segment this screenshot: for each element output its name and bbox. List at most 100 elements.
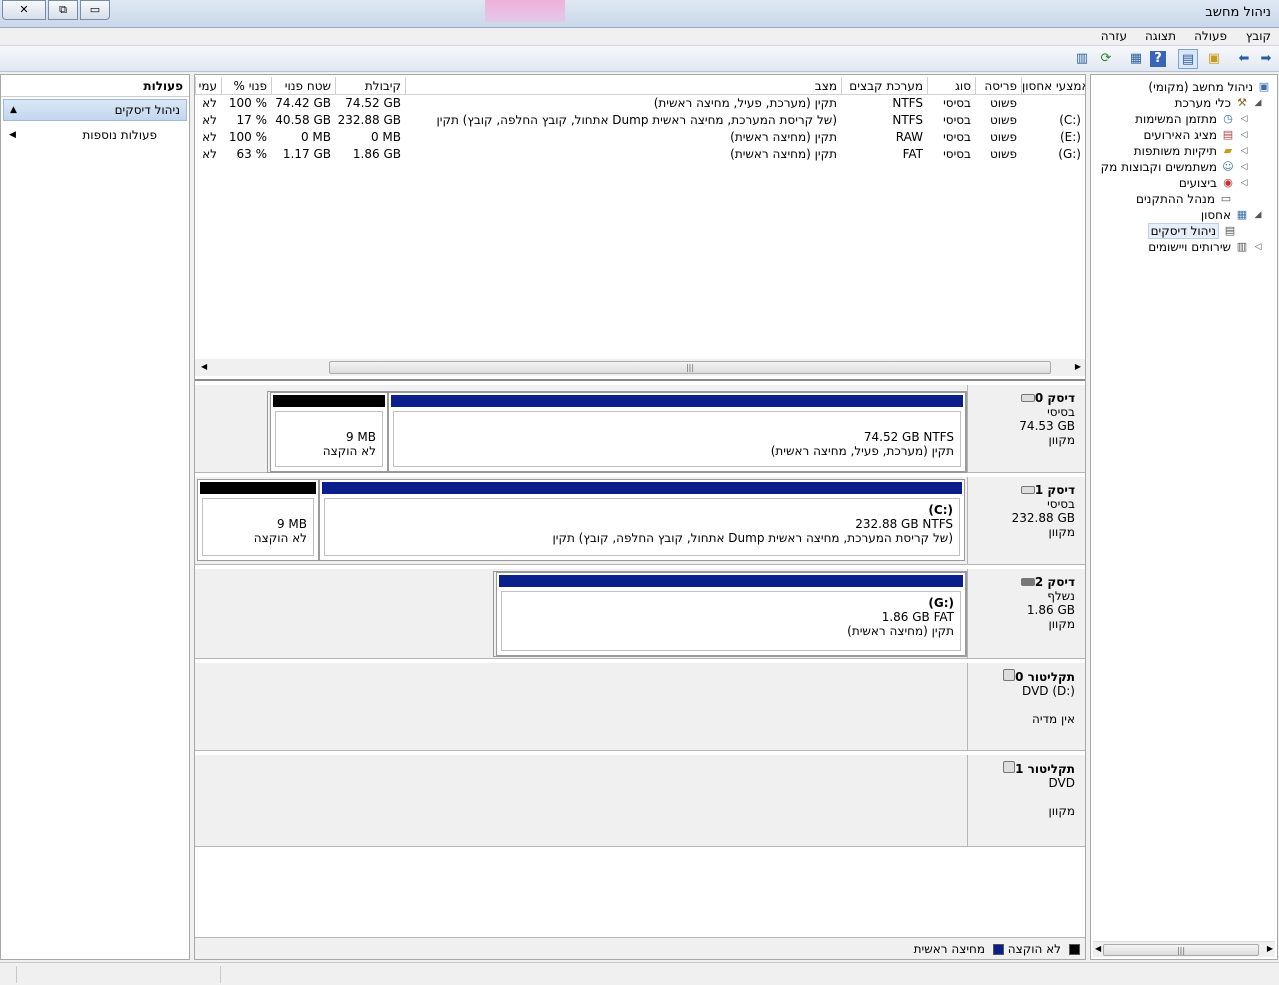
column-percent-free[interactable]: % פנוי: [221, 77, 271, 95]
disk-name: דיסק 2: [1034, 575, 1075, 589]
disk-state: אין מדיה: [1031, 712, 1075, 726]
disk-row[interactable]: (C:) 232.88 GB NTFS תקין (אתחול, קובץ הח…: [195, 477, 1085, 565]
help-icon[interactable]: ?: [1150, 51, 1166, 67]
cdrom-row[interactable]: תקליטור 1 DVD מקוון: [195, 755, 1085, 847]
console-tree-icon[interactable]: ▤: [1178, 49, 1198, 69]
expand-arrow-icon[interactable]: ◁: [1239, 146, 1249, 156]
action-more-actions[interactable]: ◀ פעולות נוספות: [3, 125, 187, 145]
partition-area: (C:) 232.88 GB NTFS תקין (אתחול, קובץ הח…: [195, 477, 967, 564]
forward-arrow-icon[interactable]: ➡: [1256, 49, 1276, 69]
column-status[interactable]: מצב: [405, 77, 841, 95]
collapse-arrow-icon[interactable]: ▲: [10, 105, 17, 115]
folder-up-icon[interactable]: ▣: [1204, 49, 1224, 69]
disk-label[interactable]: תקליטור 1 DVD מקוון: [967, 755, 1085, 846]
tools-icon: ⚒: [1237, 96, 1247, 109]
disk-row[interactable]: 74.52 GB NTFS תקין (מערכת, פעיל, מחיצה ר…: [195, 385, 1085, 473]
table-row[interactable]: (C:) פשוט בסיסי NTFS תקין (אתחול, קובץ החלפה…: [195, 112, 1085, 129]
scroll-left-icon[interactable]: ◀: [201, 362, 207, 371]
back-arrow-icon[interactable]: ⬅: [1234, 49, 1254, 69]
nav-horizontal-scrollbar[interactable]: ◀ ||| ▶: [1093, 941, 1275, 957]
submenu-arrow-icon[interactable]: ◀: [9, 130, 16, 140]
restore-button[interactable]: ⧉: [48, 0, 78, 20]
volume-list-scrollbar[interactable]: ◀ ||| ▶: [195, 359, 1085, 376]
column-fault-tolerance[interactable]: עמי: [195, 77, 221, 95]
column-filesystem[interactable]: מערכת קבצים: [841, 77, 927, 95]
expand-arrow-icon[interactable]: ◁: [1239, 162, 1249, 172]
tree-label: מתזמן המשימות: [1135, 112, 1217, 126]
menu-view[interactable]: תצוגה: [1145, 29, 1176, 43]
cell-capacity: 1.86 GB: [352, 147, 401, 161]
expand-arrow-icon[interactable]: ◁: [1253, 242, 1263, 252]
expand-arrow-icon[interactable]: ◁: [1239, 130, 1249, 140]
expand-arrow-icon[interactable]: ◁: [1239, 178, 1249, 188]
column-volume[interactable]: אמצעי אחסון: [1021, 77, 1085, 95]
scroll-right-icon[interactable]: ▶: [1075, 362, 1081, 371]
disk-label[interactable]: דיסק 0 בסיסי 74.53 GB מקוון: [967, 385, 1085, 472]
export-icon[interactable]: ▥: [1072, 49, 1092, 69]
cell-fault-tolerance: לא: [202, 113, 217, 127]
tree-item-disk-management[interactable]: ▤ ניהול דיסקים: [1147, 223, 1237, 239]
drive-type: DVD: [1048, 776, 1075, 790]
table-row[interactable]: (G:) פשוט בסיסי FAT תקין (מחיצה ראשית) 1.86 G…: [195, 146, 1085, 163]
scroll-thumb[interactable]: |||: [329, 361, 1051, 374]
tree-item-services[interactable]: ◁ ▥ שירותים ויישומים: [1148, 239, 1263, 255]
tree-item-event-viewer[interactable]: ◁ ▤ מציג האירועים: [1144, 127, 1249, 143]
properties-icon[interactable]: ▦: [1126, 49, 1146, 69]
cell-capacity: 232.88 GB: [337, 113, 401, 127]
status-bar: [0, 962, 1279, 985]
tree-item-device-manager[interactable]: ▭ מנהל ההתקנים: [1136, 191, 1233, 207]
menu-file[interactable]: קובץ: [1246, 29, 1271, 43]
partition-unallocated[interactable]: 9 MB לא הוקצה: [270, 392, 388, 472]
removable-disk-icon: [1020, 578, 1035, 586]
partition-bar: [200, 482, 316, 494]
tree-item-performance[interactable]: ◁ ◉ ביצועים: [1179, 175, 1249, 191]
column-layout[interactable]: פריסה: [975, 77, 1021, 95]
partition-primary[interactable]: (C:) 232.88 GB NTFS תקין (אתחול, קובץ הח…: [319, 479, 965, 561]
cdrom-row[interactable]: תקליטור 0 DVD (D:) אין מדיה: [195, 663, 1085, 751]
column-capacity[interactable]: קיבולת: [335, 77, 405, 95]
tree-item-system-tools[interactable]: ◢ ⚒ כלי מערכת: [1175, 95, 1263, 111]
collapse-arrow-icon[interactable]: ◢: [1253, 210, 1263, 220]
action-disk-management[interactable]: ▲ ניהול דיסקים: [3, 99, 187, 121]
column-free-space[interactable]: שטח פנוי: [271, 77, 335, 95]
cell-type: בסיסי: [943, 147, 971, 161]
partition-area: (G:) 1.86 GB FAT תקין (מחיצה ראשית): [195, 569, 967, 658]
partition-bar: [391, 395, 963, 407]
column-type[interactable]: סוג: [927, 77, 975, 95]
disk-label[interactable]: תקליטור 0 DVD (D:) אין מדיה: [967, 663, 1085, 750]
tree-item-local-users[interactable]: ◁ ☺ משתמשים וקבוצות מק: [1101, 159, 1249, 175]
tree-item-storage[interactable]: ◢ ▦ אחסון: [1201, 207, 1263, 223]
menu-action[interactable]: פעולה: [1194, 29, 1227, 43]
menu-help[interactable]: עזרה: [1101, 29, 1127, 43]
disk-row[interactable]: (G:) 1.86 GB FAT תקין (מחיצה ראשית) דיסק…: [195, 569, 1085, 659]
tree-item-task-scheduler[interactable]: ◁ ◷ מתזמן המשימות: [1135, 111, 1249, 127]
disk-size: 1.86 GB: [1026, 603, 1075, 617]
computer-icon: ▣: [1258, 80, 1270, 93]
close-button[interactable]: ✕: [2, 0, 46, 20]
scroll-right-icon[interactable]: ▶: [1267, 944, 1273, 953]
tree-item-root[interactable]: ▣ ניהול מחשב (מקומי): [1148, 79, 1271, 95]
partition-unallocated[interactable]: 9 MB לא הוקצה: [197, 479, 319, 561]
disk-label[interactable]: דיסק 2 נשלף 1.86 GB מקוון: [967, 569, 1085, 658]
scroll-left-icon[interactable]: ◀: [1095, 944, 1101, 953]
partition-primary[interactable]: 74.52 GB NTFS תקין (מערכת, פעיל, מחיצה ר…: [388, 392, 966, 472]
scroll-thumb[interactable]: |||: [1103, 944, 1259, 956]
table-row[interactable]: פשוט בסיסי NTFS תקין (מערכת, פעיל, מחיצה רא…: [195, 95, 1085, 112]
partition-primary[interactable]: (G:) 1.86 GB FAT תקין (מחיצה ראשית): [496, 572, 966, 656]
primary-swatch: [993, 944, 1004, 955]
cell-percent-free: 63 %: [236, 147, 268, 161]
minimize-button[interactable]: ▭: [80, 0, 110, 20]
expand-arrow-icon[interactable]: ◁: [1239, 114, 1249, 124]
tree-item-shared-folders[interactable]: ◁ ▰ תיקיות משותפות: [1134, 143, 1249, 159]
partition-area: 74.52 GB NTFS תקין (מערכת, פעיל, מחיצה ר…: [195, 385, 967, 473]
cell-volume: [1021, 96, 1085, 112]
table-row[interactable]: (E:) פשוט בסיסי RAW תקין (מחיצה ראשית) 0 MB 0 …: [195, 129, 1085, 146]
refresh-icon[interactable]: ⟳: [1096, 49, 1116, 69]
status-divider: [220, 966, 221, 983]
window-title: ניהול מחשב: [1205, 5, 1271, 20]
partition-info: 74.52 GB NTFS תקין (מערכת, פעיל, מחיצה ר…: [393, 411, 961, 467]
collapse-arrow-icon[interactable]: ◢: [1253, 98, 1263, 108]
disk-label[interactable]: דיסק 1 בסיסי 232.88 GB מקוון: [967, 477, 1085, 564]
cell-layout: פשוט: [989, 147, 1017, 161]
disk-name: דיסק 0: [1034, 391, 1075, 405]
